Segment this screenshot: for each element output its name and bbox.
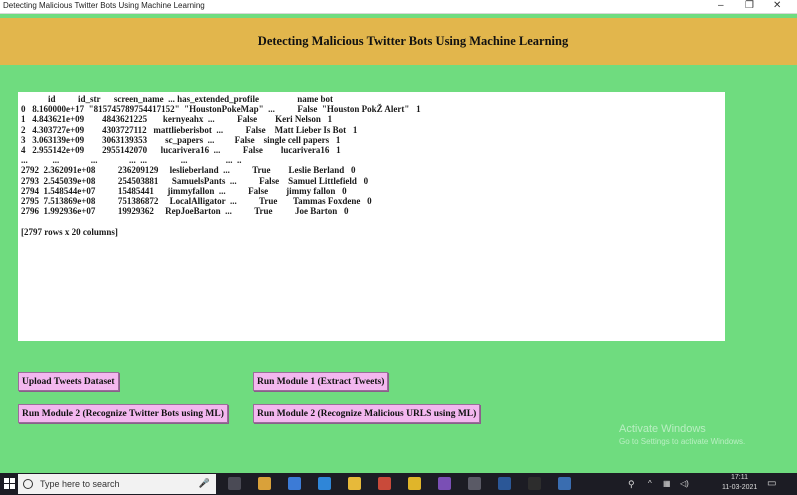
store-icon[interactable] bbox=[258, 477, 271, 490]
volume-icon[interactable]: ◁) bbox=[680, 479, 689, 488]
edge-icon[interactable] bbox=[318, 477, 331, 490]
maximize-button[interactable]: ❐ bbox=[745, 0, 754, 12]
activate-windows-watermark: Activate Windows Go to Settings to activ… bbox=[619, 423, 745, 446]
output-text: id id_str screen_name ... has_extended_p… bbox=[21, 94, 421, 237]
tray-chevron-icon[interactable]: ^ bbox=[648, 479, 652, 488]
terminal-icon[interactable] bbox=[528, 477, 541, 490]
output-text-area[interactable]: id id_str screen_name ... has_extended_p… bbox=[18, 92, 725, 341]
clock-time[interactable]: 17:11 bbox=[731, 474, 748, 481]
app2-icon[interactable] bbox=[438, 477, 451, 490]
file-icon[interactable] bbox=[468, 477, 481, 490]
run-module1-button[interactable]: Run Module 1 (Extract Tweets) bbox=[253, 372, 389, 391]
notification-icon[interactable]: ▭ bbox=[767, 478, 776, 489]
search-placeholder: Type here to search bbox=[40, 479, 120, 489]
window-title: Detecting Malicious Twitter Bots Using M… bbox=[3, 1, 205, 10]
chrome-icon[interactable] bbox=[408, 477, 421, 490]
watermark-subtitle: Go to Settings to activate Windows. bbox=[619, 437, 746, 446]
upload-dataset-button[interactable]: Upload Tweets Dataset bbox=[18, 372, 119, 391]
network-icon[interactable]: ▦ bbox=[663, 479, 671, 488]
app-icon[interactable] bbox=[378, 477, 391, 490]
run-module2-urls-button[interactable]: Run Module 2 (Recognize Malicious URLS u… bbox=[253, 404, 481, 423]
clock-date[interactable]: 11-03-2021 bbox=[722, 484, 757, 491]
minimize-button[interactable]: – bbox=[718, 0, 724, 12]
window-titlebar: Detecting Malicious Twitter Bots Using M… bbox=[0, 0, 797, 14]
watermark-title: Activate Windows bbox=[619, 423, 706, 435]
task-view-icon[interactable] bbox=[228, 477, 241, 490]
windows-start-icon[interactable] bbox=[4, 478, 16, 490]
python-icon[interactable] bbox=[558, 477, 571, 490]
close-button[interactable]: ✕ bbox=[773, 0, 781, 12]
search-icon bbox=[23, 479, 33, 489]
microphone-icon[interactable]: 🎤 bbox=[199, 478, 210, 489]
run-module2-bots-button[interactable]: Run Module 2 (Recognize Twitter Bots usi… bbox=[18, 404, 228, 423]
folder-icon[interactable] bbox=[348, 477, 361, 490]
page-title: Detecting Malicious Twitter Bots Using M… bbox=[257, 34, 569, 48]
people-icon[interactable]: ⚲ bbox=[628, 479, 635, 490]
header-banner: Detecting Malicious Twitter Bots Using M… bbox=[0, 18, 797, 65]
mail-icon[interactable] bbox=[288, 477, 301, 490]
taskbar: Type here to search 🎤 ⚲ ^ ▦ ◁) 17:11 11-… bbox=[0, 473, 797, 495]
word-icon[interactable] bbox=[498, 477, 511, 490]
taskbar-search-box[interactable]: Type here to search 🎤 bbox=[18, 474, 216, 494]
